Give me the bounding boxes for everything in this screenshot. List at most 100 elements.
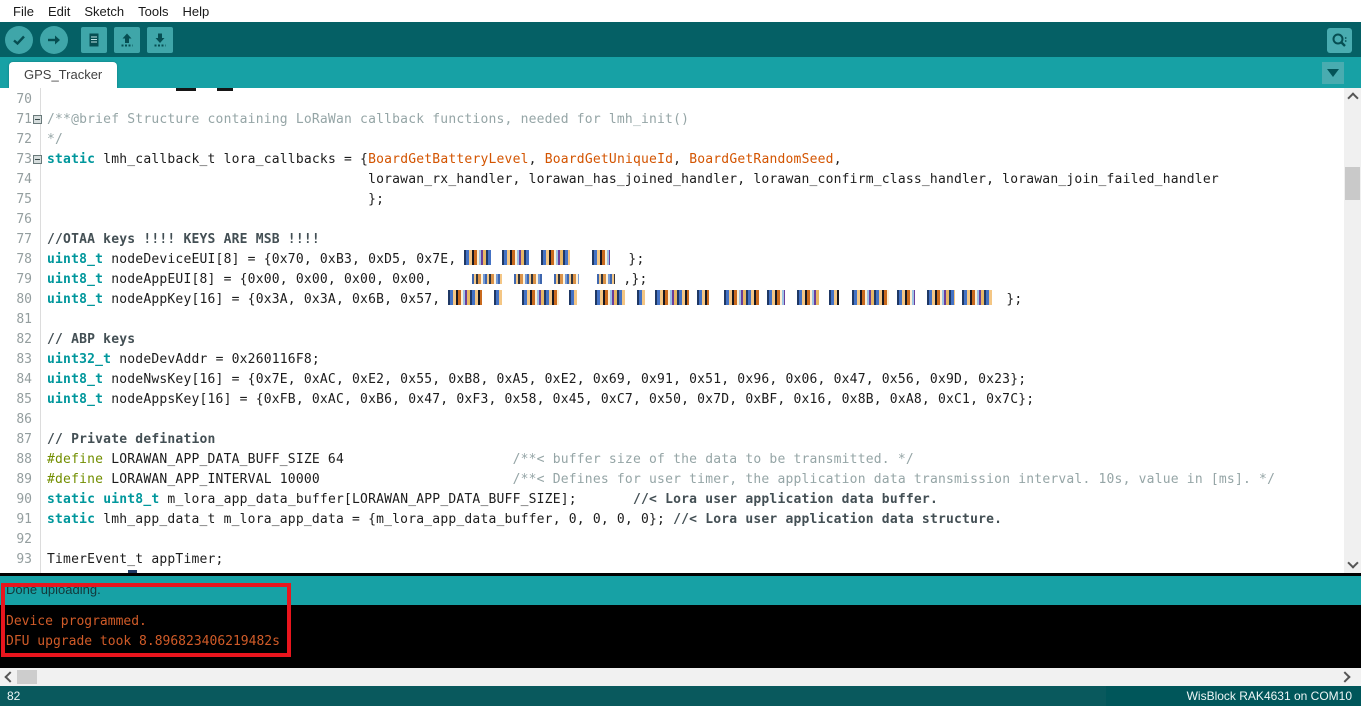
code-line[interactable]: 80uint8_t nodeAppKey[16] = {0x3A, 0x3A, … [0, 290, 1344, 310]
redacted-hex-block [569, 290, 577, 305]
code-line[interactable]: 83uint32_t nodeDevAddr = 0x260116F8; [0, 350, 1344, 370]
vertical-scrollbar[interactable] [1344, 88, 1361, 573]
code-line[interactable]: 75 }; [0, 190, 1344, 210]
code-token: static [47, 492, 95, 507]
code-line[interactable]: 81 [0, 310, 1344, 330]
code-line[interactable]: 76 [0, 210, 1344, 230]
code-line[interactable]: 87// Private defination [0, 430, 1344, 450]
code-line[interactable]: 72 */ [0, 130, 1344, 150]
line-number: 81 [0, 310, 40, 330]
code-line[interactable]: 73static lmh_callback_t lora_callbacks =… [0, 150, 1344, 170]
code-line[interactable]: 79uint8_t nodeAppEUI[8] = {0x00, 0x00, 0… [0, 270, 1344, 290]
code-token: LORAWAN_APP_DATA_BUFF_SIZE 64 [103, 452, 512, 467]
code-text: #define LORAWAN_APP_DATA_BUFF_SIZE 64 /*… [40, 450, 914, 470]
code-line[interactable]: 91static lmh_app_data_t m_lora_app_data … [0, 510, 1344, 530]
code-token: uint8_t [47, 292, 103, 307]
line-number: 88 [0, 450, 40, 470]
vertical-scrollbar-thumb[interactable] [1345, 167, 1360, 200]
save-button[interactable] [147, 27, 173, 53]
menu-file[interactable]: File [6, 4, 41, 19]
code-token: //< Lora user application data buffer. [633, 492, 938, 507]
code-token: /**< buffer size of the data to be trans… [513, 452, 914, 467]
code-line[interactable]: 86 [0, 410, 1344, 430]
code-text [40, 310, 47, 330]
code-text [40, 90, 47, 110]
redacted-hex-block [494, 290, 502, 305]
code-line[interactable]: 70 [0, 90, 1344, 110]
chevron-down-icon [1327, 69, 1339, 77]
code-token: static [47, 512, 95, 527]
arduino-ide-window: File Edit Sketch Tools Help [0, 0, 1361, 706]
code-token: LORAWAN_APP_INTERVAL 10000 [103, 472, 512, 487]
code-token: lmh_app_data_t m_lora_app_data = {m_lora… [95, 512, 673, 527]
code-token: //OTAA keys !!!! KEYS ARE MSB !!!! [47, 232, 320, 247]
code-line[interactable]: 74 lorawan_rx_handler, lorawan_has_joine… [0, 170, 1344, 190]
code-line[interactable]: 78uint8_t nodeDeviceEUI[8] = {0x70, 0xB3… [0, 250, 1344, 270]
upload-button[interactable] [40, 26, 68, 54]
chevron-up-icon [1347, 92, 1358, 103]
line-number: 72 [0, 130, 40, 150]
code-text [40, 410, 47, 430]
code-line[interactable]: 88#define LORAWAN_APP_DATA_BUFF_SIZE 64 … [0, 450, 1344, 470]
console-message: DFU upgrade took 8.896823406219482s [6, 632, 1361, 652]
scroll-up-button[interactable] [1344, 88, 1361, 105]
code-editor[interactable]: 7071/**@brief Structure containing LoRaW… [0, 88, 1344, 573]
menu-edit[interactable]: Edit [41, 4, 77, 19]
line-number: 87 [0, 430, 40, 450]
code-line[interactable]: 90static uint8_t m_lora_app_data_buffer[… [0, 490, 1344, 510]
tab-menu-button[interactable] [1322, 62, 1344, 84]
horizontal-scrollbar[interactable] [0, 668, 1361, 686]
code-token: }; [620, 252, 644, 267]
redacted-hex-block [697, 290, 709, 305]
redacted-hex-block [724, 290, 759, 305]
code-token: /**< Defines for user timer, the applica… [513, 472, 1276, 487]
code-text: */ [40, 130, 63, 150]
open-button[interactable] [114, 27, 140, 53]
code-token: */ [47, 132, 63, 147]
code-token: nodeAppEUI[8] = {0x00, 0x00, 0x00, 0x00, [103, 272, 472, 287]
code-text: uint8_t nodeDeviceEUI[8] = {0x70, 0xB3, … [40, 250, 644, 270]
code-line[interactable]: 84uint8_t nodeNwsKey[16] = {0x7E, 0xAC, … [0, 370, 1344, 390]
code-text: static uint8_t m_lora_app_data_buffer[LO… [40, 490, 938, 510]
scroll-left-button[interactable] [0, 668, 17, 686]
code-token: nodeAppsKey[16] = {0xFB, 0xAC, 0xB6, 0x4… [103, 392, 1034, 407]
code-line[interactable]: 92 [0, 530, 1344, 550]
line-number: 79 [0, 270, 40, 290]
tab-gps-tracker[interactable]: GPS_Tracker [9, 62, 117, 88]
menu-help[interactable]: Help [175, 4, 216, 19]
code-line[interactable]: 82// ABP keys [0, 330, 1344, 350]
code-text: #define LORAWAN_APP_INTERVAL 10000 /**< … [40, 470, 1275, 490]
code-line[interactable]: 93TimerEvent_t appTimer; [0, 550, 1344, 570]
horizontal-scrollbar-thumb[interactable] [17, 670, 37, 684]
code-line[interactable]: 71/**@brief Structure containing LoRaWan… [0, 110, 1344, 130]
code-line[interactable]: 85uint8_t nodeAppsKey[16] = {0xFB, 0xAC,… [0, 390, 1344, 410]
console-output[interactable]: Device programmed. DFU upgrade took 8.89… [0, 605, 1361, 668]
check-icon [11, 32, 27, 48]
code-token: #define [47, 472, 103, 487]
menu-sketch[interactable]: Sketch [77, 4, 131, 19]
code-token: BoardGetUniqueId [545, 152, 673, 167]
code-line[interactable]: 89#define LORAWAN_APP_INTERVAL 10000 /**… [0, 470, 1344, 490]
line-number: 91 [0, 510, 40, 530]
code-text: uint8_t nodeAppsKey[16] = {0xFB, 0xAC, 0… [40, 390, 1034, 410]
menu-tools[interactable]: Tools [131, 4, 175, 19]
serial-monitor-button[interactable] [1327, 28, 1352, 53]
code-text: //OTAA keys !!!! KEYS ARE MSB !!!! [40, 230, 320, 250]
code-token: uint8_t [47, 252, 103, 267]
fold-marker-icon[interactable] [33, 115, 42, 124]
fold-marker-icon[interactable] [33, 155, 42, 164]
toolbar [0, 22, 1361, 57]
scroll-down-button[interactable] [1344, 556, 1361, 573]
code-token: BoardGetBatteryLevel [368, 152, 529, 167]
code-text: static lmh_app_data_t m_lora_app_data = … [40, 510, 1002, 530]
line-number: 76 [0, 210, 40, 230]
tab-bar: GPS_Tracker [0, 57, 1361, 88]
new-sketch-button[interactable] [81, 27, 107, 53]
scroll-right-button[interactable] [1338, 668, 1355, 686]
code-line[interactable]: 77//OTAA keys !!!! KEYS ARE MSB !!!! [0, 230, 1344, 250]
verify-button[interactable] [5, 26, 33, 54]
menu-bar: File Edit Sketch Tools Help [0, 0, 1361, 22]
redacted-hex-block [448, 290, 482, 305]
clipped-line-fragment [176, 88, 196, 91]
line-number: 86 [0, 410, 40, 430]
